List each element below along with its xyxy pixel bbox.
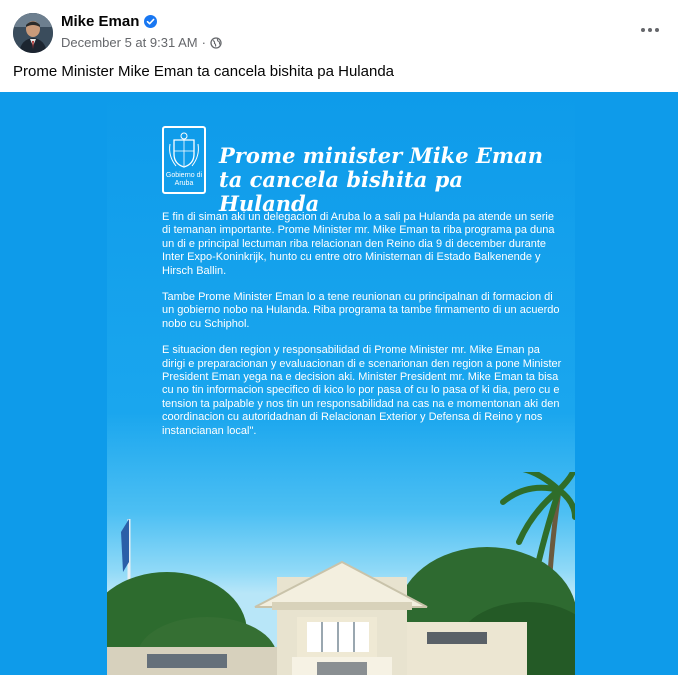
author-name[interactable]: Mike Eman (61, 13, 139, 30)
poster-paragraph: E fin di siman aki un delegacion di Arub… (162, 211, 555, 277)
verified-badge-icon (144, 15, 158, 28)
poster: Gobierno di Aruba Prome minister Mike Em… (107, 92, 575, 675)
avatar-image (13, 13, 53, 53)
more-options-icon[interactable] (638, 20, 662, 40)
post-timestamp[interactable]: December 5 at 9:31 AM (61, 35, 198, 50)
building-photo (107, 472, 575, 675)
coat-of-arms-icon (169, 132, 199, 168)
post-meta: December 5 at 9:31 AM · (61, 35, 222, 50)
meta-separator: · (201, 35, 206, 50)
post-caption: Prome Minister Mike Eman ta cancela bish… (13, 63, 395, 80)
poster-paragraph: E situacion den region y responsabilidad… (162, 344, 562, 437)
post-header: Mike Eman December 5 at 9:31 AM · (0, 0, 678, 58)
author-line: Mike Eman (61, 13, 158, 30)
globe-icon[interactable] (210, 36, 222, 49)
poster-body: E fin di siman aki un delegacion di Arub… (162, 211, 562, 451)
poster-headline: Prome minister Mike Eman ta cancela bish… (219, 143, 544, 216)
poster-paragraph: Tambe Prome Minister Eman lo a tene reun… (162, 291, 560, 330)
logo-text: Gobierno di Aruba (165, 172, 203, 187)
post-image[interactable]: Gobierno di Aruba Prome minister Mike Em… (0, 92, 678, 675)
author-avatar[interactable] (13, 13, 53, 53)
government-logo: Gobierno di Aruba (162, 126, 206, 194)
